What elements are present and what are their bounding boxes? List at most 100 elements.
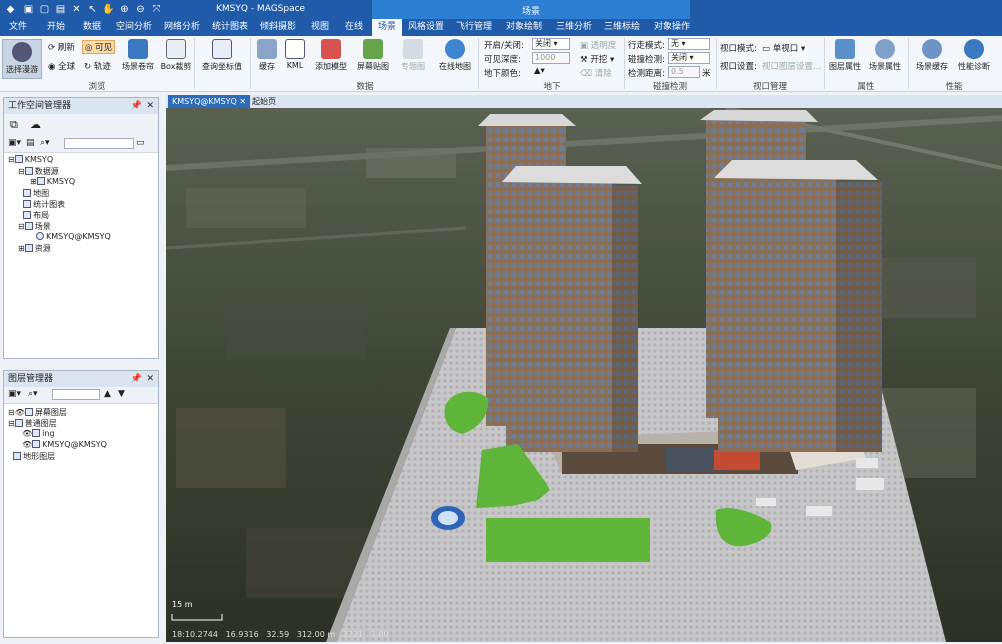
close-icon[interactable]: ✕ [146,371,154,387]
walk-mode-select[interactable]: 无 ▾ [668,38,710,50]
clear-button[interactable]: ⌫ 清除 [580,67,612,79]
tree-node[interactable]: KMSYQ@KMSYQ [36,232,111,241]
underground-on-off-select[interactable]: 关闭 ▾ [532,38,570,50]
tree-node[interactable]: 布局 [18,210,49,221]
zoom-in-icon[interactable]: ⊕ [118,3,131,16]
tree-node[interactable]: 👁 KMSYQ@KMSYQ [22,440,107,449]
scene-properties-button[interactable]: 场景属性 [866,39,904,72]
menu-tab-data[interactable]: 数据 [76,19,108,36]
new-icon[interactable]: ▢ [38,3,51,16]
query-coord-button[interactable]: 查询坐标值 [198,39,246,72]
zoom-out-icon[interactable]: ⊖ [134,3,147,16]
search-go-icon[interactable]: ▭ [136,138,145,148]
scene-shutter-button[interactable]: 场景卷帘 [118,39,158,72]
workspace-manager-panel: 工作空间管理器 📌 ✕ ⧉ ☁ ▣▾ ▤ ⌕▾ ▭ ⊟ KMSYQ ⊟ 数据源 ⊞ K… [3,97,159,359]
eye-icon[interactable]: 👁 [15,408,25,417]
save-icon[interactable]: ▣ [22,3,35,16]
excavate-button[interactable]: ⚒ 开挖 ▾ [580,53,614,65]
screen-map-button[interactable]: 屏幕贴图 [354,39,392,72]
menu-tab-style[interactable]: 风格设置 [404,19,448,36]
online-map-button[interactable]: 在线地图 [436,39,474,72]
scene-viewport[interactable]: 15 m [166,108,1002,642]
tab-start-page[interactable]: 起始页 [248,95,280,108]
box-clip-button[interactable]: Box裁剪 [160,39,192,72]
menu-tab-oblique[interactable]: 倾斜摄影 [256,19,300,36]
workspace-tab-icon[interactable]: ⧉ [10,118,18,132]
ground-color-label: 地下颜色: [484,69,521,79]
pin-icon[interactable]: 📌 [131,98,142,114]
pan-icon[interactable]: ✋ [102,3,115,16]
tree-node[interactable]: ⊟ 普通图层 [8,418,57,429]
menu-tab-flight[interactable]: 飞行管理 [452,19,496,36]
layer-add-icon[interactable]: ▣▾ [8,389,21,399]
globe-button[interactable]: ◉ 全球 [48,60,75,72]
thematic-map-button[interactable]: 专题图 [396,39,430,72]
menu-tab-scene[interactable]: 场景 [372,19,402,36]
menu-tab-object-ops[interactable]: 对象操作 [650,19,694,36]
tree-node[interactable]: ⊟ 场景 [18,221,51,232]
menu-tab-3d-analysis[interactable]: 三维分析 [552,19,596,36]
workspace-search-input[interactable] [64,138,134,149]
close-icon[interactable]: ✕ [239,97,246,106]
visible-depth-input[interactable]: 1000 [532,52,570,64]
eye-icon[interactable]: 👁 [22,440,32,449]
menu-tab-spatial-analysis[interactable]: 空间分析 [112,19,156,36]
resource-tab-icon[interactable]: ☁ [30,118,41,131]
pointer-icon[interactable]: ↖ [86,3,99,16]
open-icon[interactable]: ▤ [54,3,67,16]
transparency-button[interactable]: ▣ 透明度 [580,39,616,51]
tree-node[interactable]: ⊞ 资源 [18,243,51,254]
detect-distance-input[interactable]: 0.5 [668,66,700,78]
tree-node[interactable]: ⊟👁 屏幕图层 [8,407,67,418]
select-roam-button[interactable]: 选择漫游 [2,39,42,79]
track-button[interactable]: ↻ 轨迹 [84,60,111,72]
search-icon[interactable]: ⌕▾ [40,138,50,148]
kml-button[interactable]: KML [282,39,308,70]
add-model-button[interactable]: 添加模型 [312,39,350,72]
visible-button[interactable]: ◎ 可见 [82,40,116,54]
group-data-label: 数据 [356,82,374,92]
eye-icon[interactable]: 👁 [22,429,32,438]
scene-render[interactable] [166,108,1002,642]
menu-tab-draw-object[interactable]: 对象绘制 [502,19,546,36]
menu-tab-statistics[interactable]: 统计图表 [208,19,252,36]
scene-cache-button[interactable]: 场景缓存 [912,39,952,72]
close-icon[interactable]: ✕ [146,98,154,114]
layer-search-input[interactable] [52,389,100,400]
menu-tab-3d-plot[interactable]: 三维标绘 [600,19,644,36]
tree-node[interactable]: ⊟ 数据源 [18,166,59,177]
menu-tab-online[interactable]: 在线 [338,19,370,36]
ground-color-picker[interactable]: ▲▾ [534,66,545,76]
layer-properties-button[interactable]: 图层属性 [826,39,864,72]
refresh-button[interactable]: ⟳ 刷新 [48,41,75,53]
viewport-settings-button[interactable]: 视口图层设置... [762,60,821,72]
tree-node-label: 普通图层 [24,419,57,428]
cache-icon [257,39,277,59]
menu-tab-view[interactable]: 视图 [304,19,336,36]
tree-node[interactable]: ⊞ KMSYQ [30,177,75,186]
save-workspace-icon[interactable]: ▤ [26,138,35,148]
viewport-mode-select[interactable]: ▭ 单视口 ▾ [762,42,805,54]
menu-tab-network-analysis[interactable]: 网络分析 [160,19,204,36]
tree-node[interactable]: ⊟ KMSYQ [8,155,53,164]
move-up-icon[interactable]: ▲ [104,389,111,399]
move-down-icon[interactable]: ▼ [118,389,125,399]
screen-map-icon [363,39,383,59]
tree-node[interactable]: 地图 [18,188,49,199]
tree-node[interactable]: 👁 ing [22,429,55,438]
close-icon[interactable]: ✕ [70,3,83,16]
search-icon[interactable]: ⌕▾ [28,389,38,399]
open-workspace-icon[interactable]: ▣▾ [8,138,21,148]
scene-properties-label: 场景属性 [869,62,901,71]
cache-button[interactable]: 缓存 [254,39,280,72]
full-extent-icon[interactable]: ⤧ [150,3,163,16]
menu-tab-start[interactable]: 开始 [40,19,72,36]
menu-tab-file[interactable]: 文件 [4,19,32,36]
tree-node[interactable]: 地形图层 [8,451,55,462]
perf-diag-button[interactable]: 性能诊断 [954,39,994,72]
collision-detect-select[interactable]: 关闭 ▾ [668,52,710,64]
tree-node[interactable]: 统计图表 [18,199,65,210]
tab-scene-view[interactable]: KMSYQ@KMSYQ ✕ [168,95,251,108]
select-roam-label: 选择漫游 [6,65,38,74]
pin-icon[interactable]: 📌 [131,371,142,387]
